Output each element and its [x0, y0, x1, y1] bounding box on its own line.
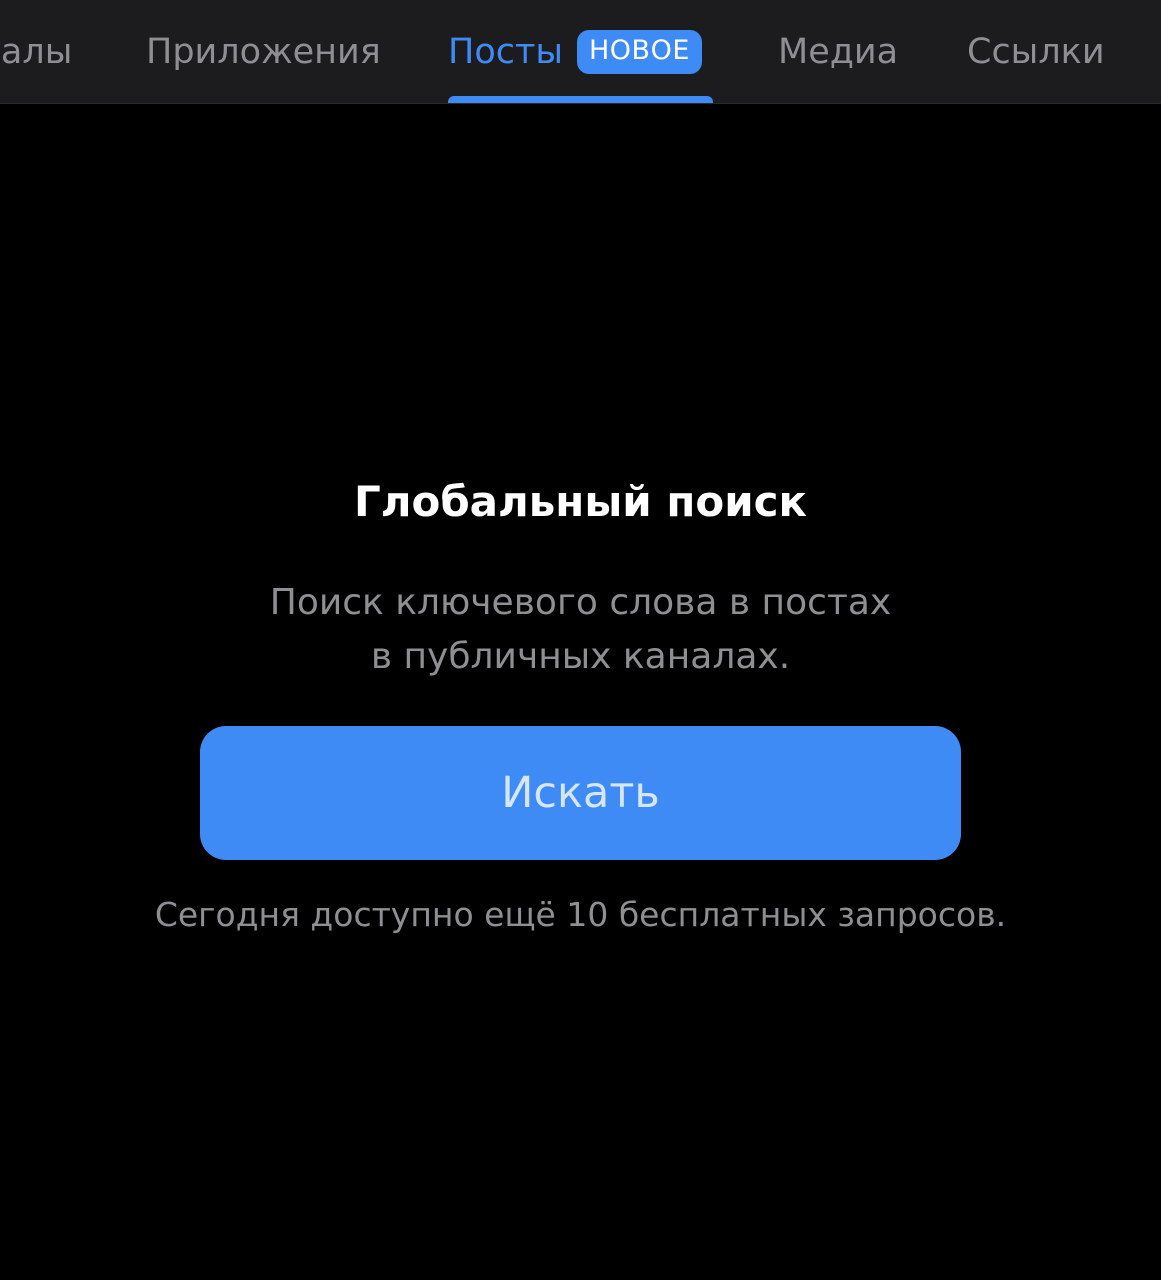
tab-media[interactable]: Медиа [778, 0, 898, 103]
empty-state-description-line-1: Поиск ключевого слова в постах [269, 582, 892, 623]
tab-apps-label: Приложения [146, 31, 381, 72]
tab-links-label: Ссылки [967, 31, 1105, 72]
free-queries-remaining: Сегодня доступно ещё 10 бесплатных запро… [154, 895, 1007, 934]
empty-state-description: Поиск ключевого слова в постах в публичн… [0, 576, 1161, 684]
tab-posts-label: Посты [448, 31, 563, 72]
global-search-empty-state: Глобальный поиск Поиск ключевого слова в… [0, 104, 1161, 1280]
tab-media-label: Медиа [778, 31, 899, 72]
search-button[interactable]: Искать [200, 726, 961, 860]
new-badge: НОВОЕ [577, 29, 702, 74]
active-tab-indicator [448, 96, 713, 103]
tab-links[interactable]: Ссылки [967, 0, 1105, 103]
empty-state-title: Глобальный поиск [353, 477, 808, 526]
tab-apps[interactable]: Приложения [146, 0, 381, 103]
tab-posts[interactable]: Посты НОВОЕ [448, 0, 713, 103]
tab-channels-label: налы [0, 31, 73, 72]
empty-state-description-line-2: в публичных каналах. [370, 636, 791, 677]
tab-channels[interactable]: налы [0, 0, 72, 103]
tab-bar: налы Приложения Посты НОВОЕ Медиа Ссылки [0, 0, 1161, 104]
